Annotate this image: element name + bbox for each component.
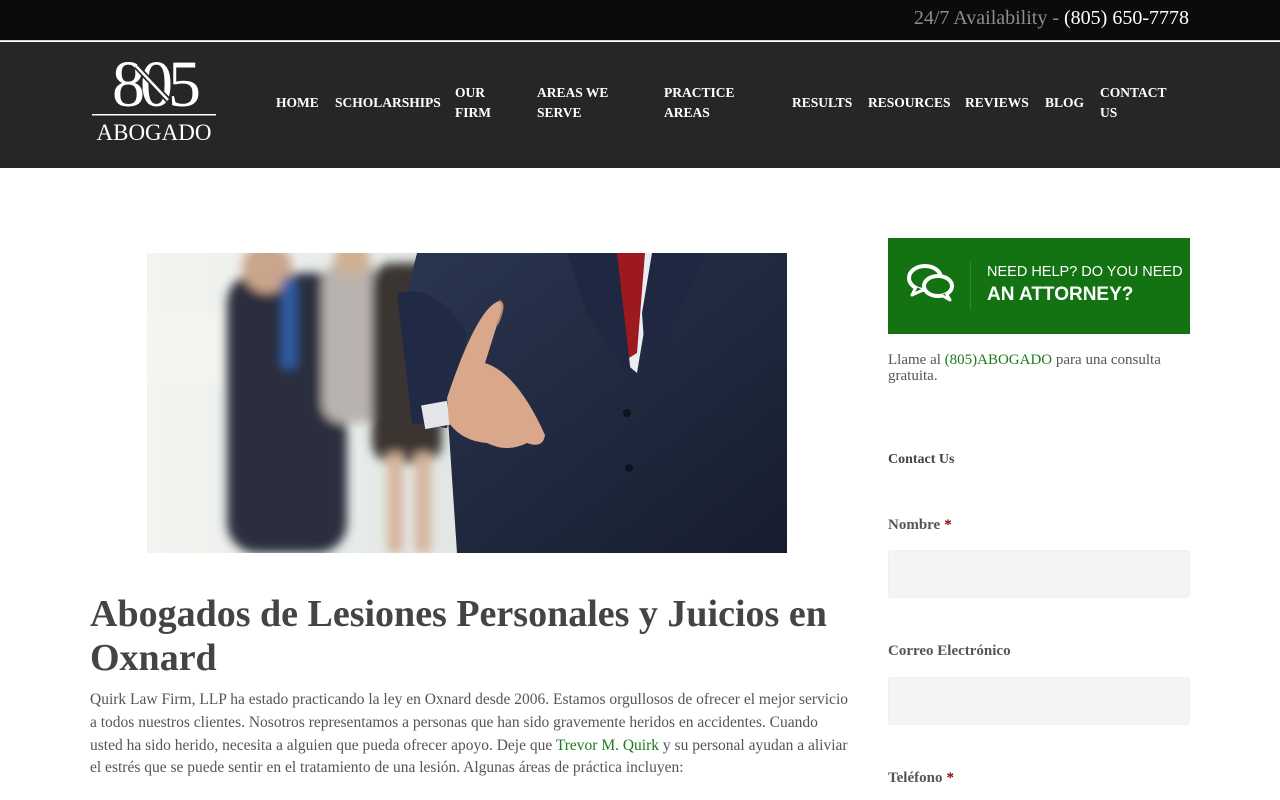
nav-scholarships[interactable]: SCHOLARSHIPS xyxy=(335,93,441,113)
page-title: Abogados de Lesiones Personales y Juicio… xyxy=(90,593,827,679)
banner-line2: AN ATTORNEY? xyxy=(987,284,1134,305)
abogado-phone-link[interactable]: (805)ABOGADO xyxy=(945,352,1053,368)
hero-image xyxy=(147,253,787,553)
site-header: 805 ABOGADO HOME SCHOLARSHIPS OUR FIRM A… xyxy=(0,42,1280,168)
banner-line1: NEED HELP? DO YOU NEED xyxy=(987,264,1183,280)
nav-contact-line1: CONTACT xyxy=(1100,85,1167,100)
phone-required-mark: * xyxy=(946,770,954,786)
attorney-link[interactable]: Trevor M. Quirk xyxy=(556,737,659,754)
header-phone-link[interactable]: (805) 650-7778 xyxy=(1064,7,1189,29)
chat-bubbles-icon xyxy=(907,264,954,302)
email-field[interactable] xyxy=(888,677,1190,725)
name-label: Nombre * xyxy=(888,517,952,534)
email-label-text: Correo Electrónico xyxy=(888,643,1011,659)
availability-label: 24/7 Availability - xyxy=(913,7,1065,29)
nav-practice-line2: AREAS xyxy=(664,105,710,120)
email-label: Correo Electrónico xyxy=(888,643,1011,660)
name-required-mark: * xyxy=(944,517,952,533)
intro-paragraph: Quirk Law Firm, LLP ha estado practicand… xyxy=(90,689,850,780)
nav-practice-line1: PRACTICE xyxy=(664,85,735,100)
nav-contact-line2: US xyxy=(1100,105,1118,120)
call-text: Llame al (805)ABOGADO para una consulta … xyxy=(888,352,1190,384)
nav-our-firm-line2: FIRM xyxy=(455,105,491,120)
nav-our-firm-line1: OUR xyxy=(455,85,485,100)
main-nav: HOME SCHOLARSHIPS OUR FIRM AREAS WE SERV… xyxy=(0,42,1280,168)
name-field[interactable] xyxy=(888,550,1190,598)
availability-text: 24/7 Availability - (805) 650-7778 xyxy=(914,7,1189,30)
top-bar: 24/7 Availability - (805) 650-7778 xyxy=(0,0,1280,41)
need-attorney-banner[interactable]: NEED HELP? DO YOU NEED AN ATTORNEY? xyxy=(888,238,1190,334)
nav-areas-line1: AREAS WE xyxy=(537,85,609,100)
phone-label: Teléfono * xyxy=(888,770,954,787)
nav-home[interactable]: HOME xyxy=(276,93,319,113)
nav-results[interactable]: RESULTS xyxy=(792,93,852,113)
name-label-text: Nombre xyxy=(888,517,941,533)
nav-our-firm[interactable]: OUR FIRM xyxy=(455,83,491,123)
nav-reviews[interactable]: REVIEWS xyxy=(965,93,1029,113)
nav-areas-line2: SERVE xyxy=(537,105,582,120)
call-text-start: Llame al xyxy=(888,352,945,368)
nav-blog[interactable]: BLOG xyxy=(1045,93,1084,113)
banner-divider xyxy=(970,262,971,310)
contact-form-heading: Contact Us xyxy=(888,452,955,467)
phone-label-text: Teléfono xyxy=(888,770,943,786)
nav-contact-us[interactable]: CONTACT US xyxy=(1100,83,1167,123)
nav-resources[interactable]: RESOURCES xyxy=(868,93,951,113)
nav-practice-areas[interactable]: PRACTICE AREAS xyxy=(664,83,735,123)
nav-areas-we-serve[interactable]: AREAS WE SERVE xyxy=(537,83,608,123)
